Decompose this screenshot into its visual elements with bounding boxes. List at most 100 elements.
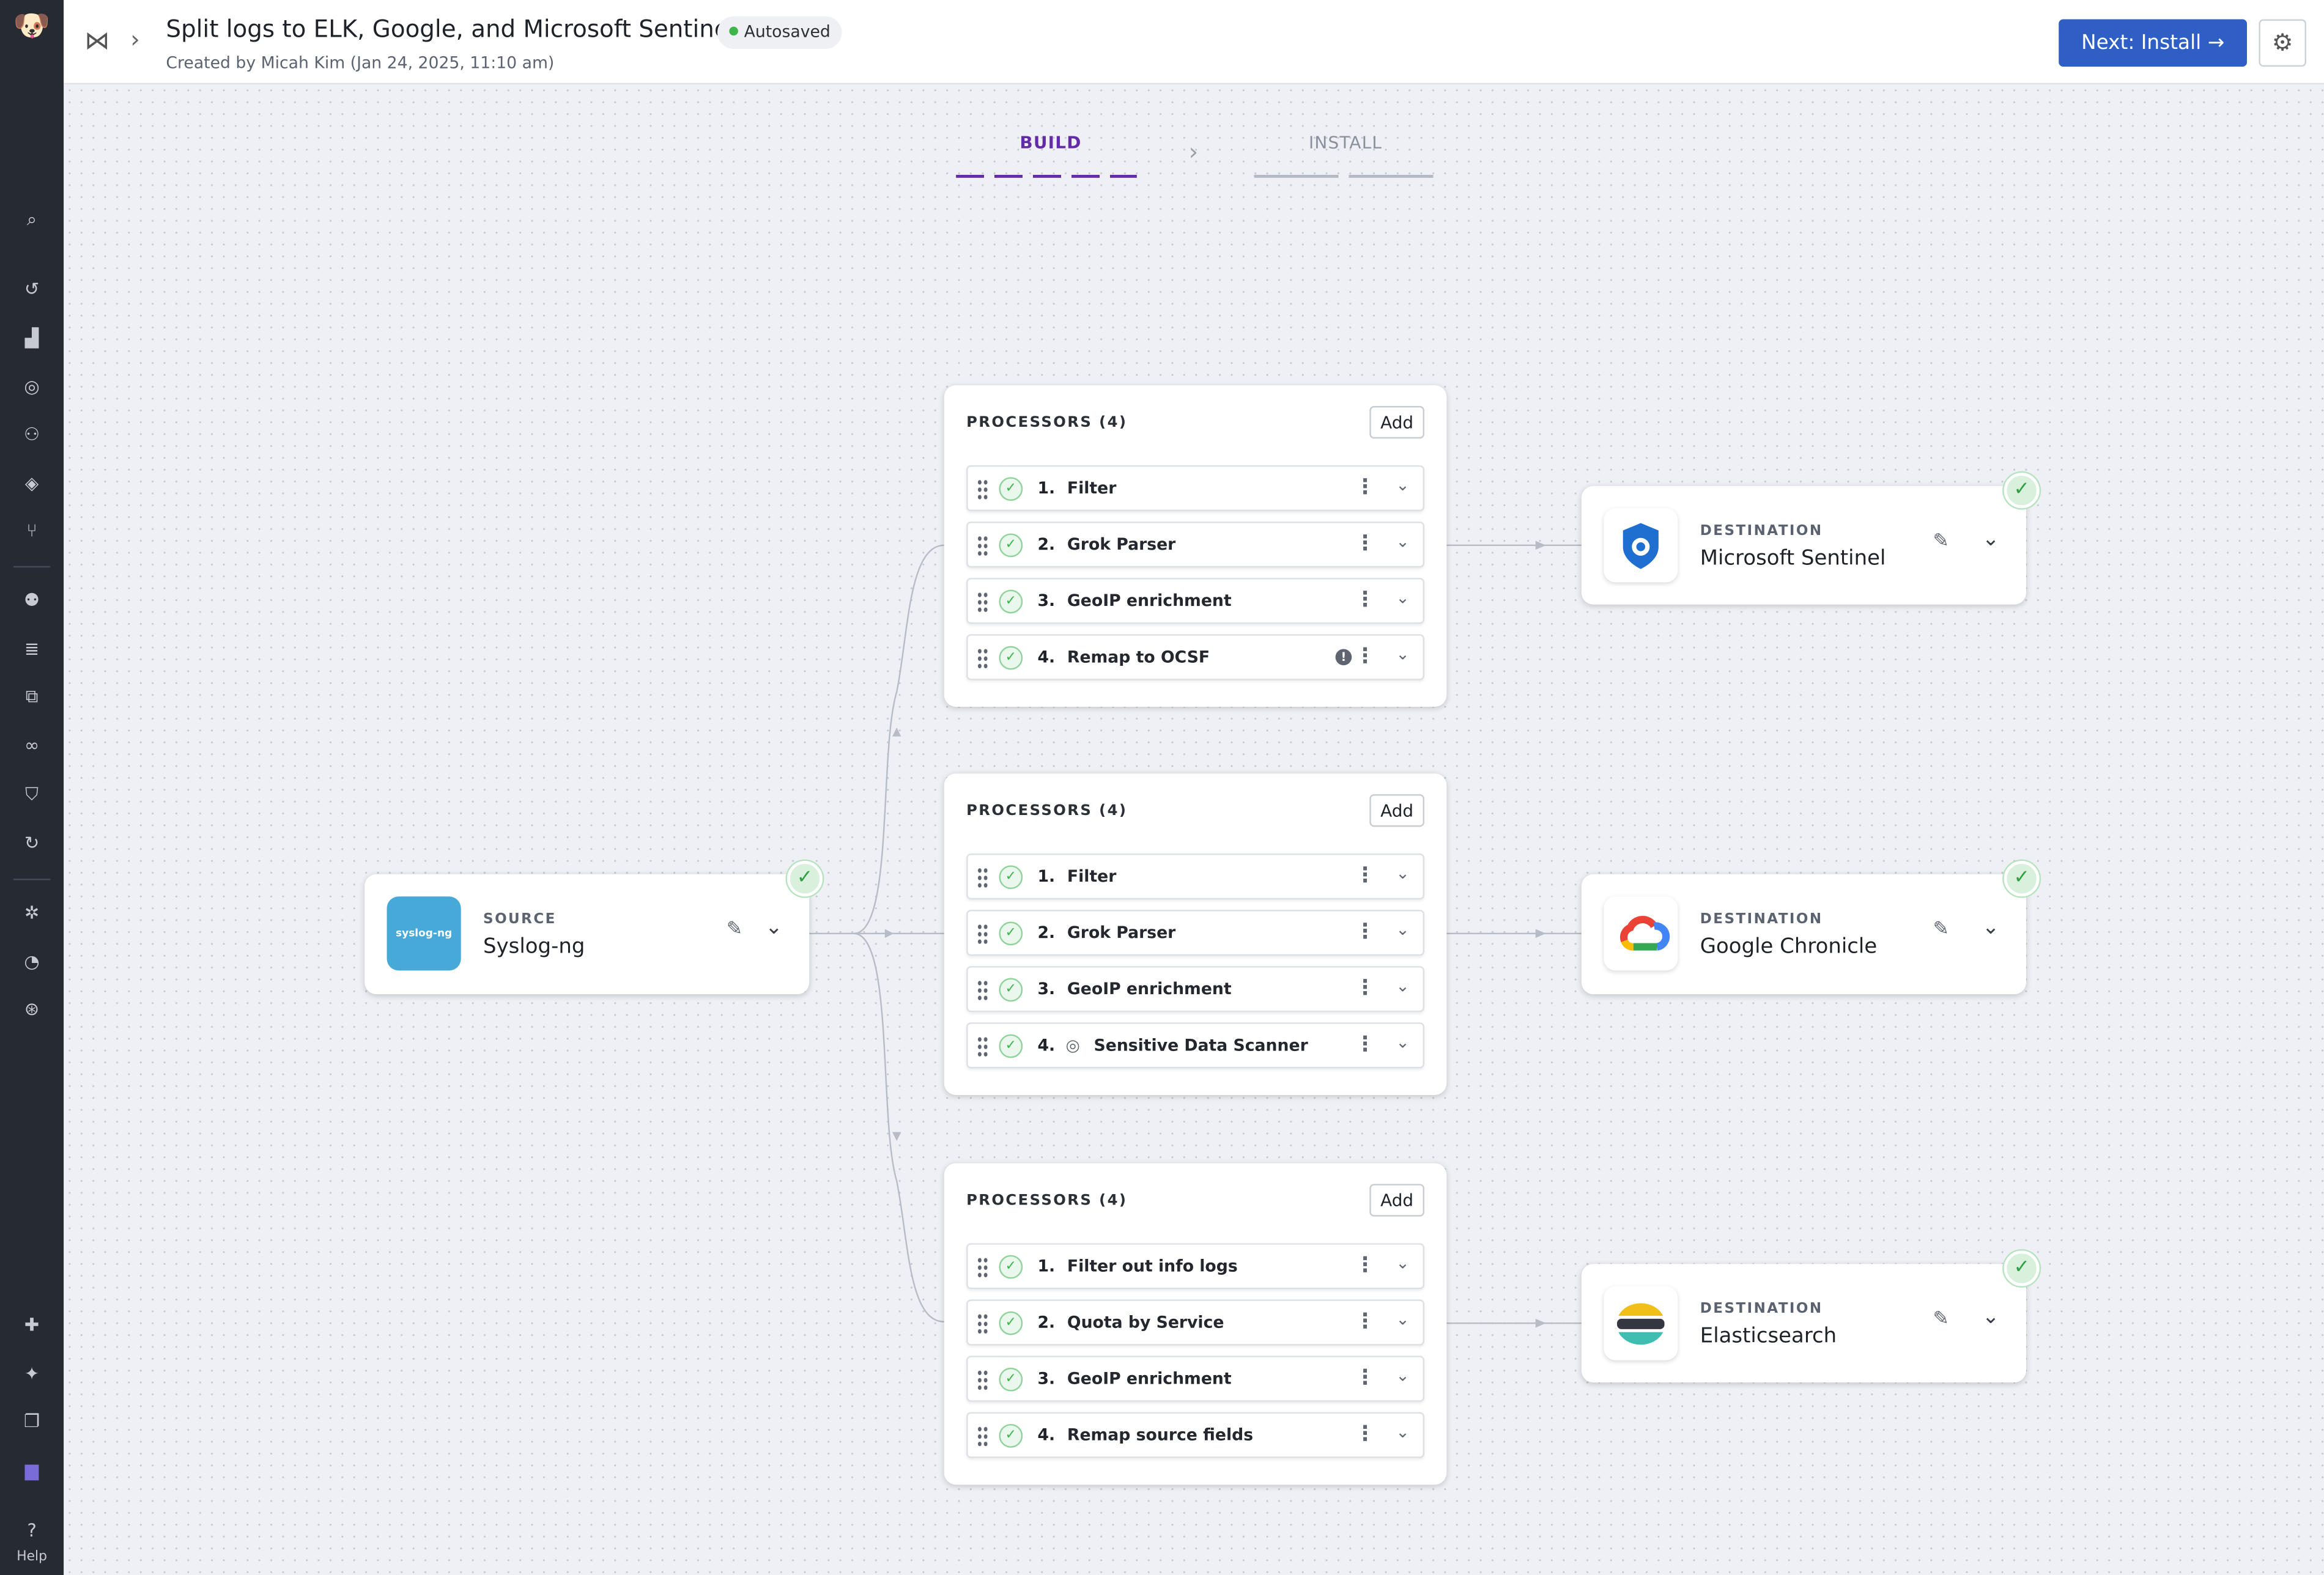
chevron-down-icon[interactable]: ⌄ [1982, 1305, 1999, 1329]
next-install-button[interactable]: Next: Install → [2059, 19, 2248, 67]
drag-handle-icon[interactable] [977, 979, 989, 1000]
drag-handle-icon[interactable] [977, 1036, 989, 1057]
binoculars-icon[interactable]: ⚇ [0, 424, 64, 444]
monitor-icon[interactable]: ◎ [0, 377, 64, 397]
datadog-logo[interactable]: 🐶 [0, 7, 64, 43]
rum-icon[interactable]: ↻ [0, 833, 64, 854]
drag-handle-icon[interactable] [977, 1313, 989, 1334]
sparkle-icon[interactable]: ✦ [0, 1363, 64, 1384]
chevron-down-icon[interactable]: ⌄ [1396, 476, 1409, 495]
chevron-down-icon[interactable]: ⌄ [1982, 528, 1999, 551]
bug-icon[interactable]: ✲ [0, 902, 64, 923]
cube-icon[interactable]: ◈ [0, 473, 64, 493]
chevron-down-icon[interactable]: ⌄ [1396, 1366, 1409, 1385]
chevron-down-icon[interactable]: ⌄ [1396, 1253, 1409, 1273]
drag-handle-icon[interactable] [977, 866, 989, 888]
search-icon[interactable]: ⌕ [0, 209, 64, 230]
pipeline-icon[interactable]: ⋈ [84, 27, 109, 56]
apm-icon[interactable]: ⧉ [0, 686, 64, 707]
chevron-down-icon[interactable]: ⌄ [1396, 644, 1409, 664]
drag-handle-icon[interactable] [977, 647, 989, 668]
processor-item[interactable]: ✓ 3. GeoIP enrichment ⋮ ⌄ [966, 966, 1424, 1012]
more-options-icon[interactable]: ⋮ [1355, 476, 1375, 500]
add-processor-button[interactable]: Add [1369, 1184, 1424, 1217]
check-circle-icon: ✓ [999, 865, 1023, 890]
security-icon[interactable]: ⛉ [0, 784, 64, 805]
logs-icon[interactable]: ≣ [0, 639, 64, 660]
more-options-icon[interactable]: ⋮ [1355, 1366, 1375, 1390]
chevron-down-icon[interactable]: ⌄ [1396, 1310, 1409, 1329]
settings-button[interactable]: ⚙ [2259, 19, 2306, 67]
edit-icon[interactable]: ✎ [1933, 919, 1948, 941]
drag-handle-icon[interactable] [977, 591, 989, 612]
more-options-icon[interactable]: ⋮ [1355, 588, 1375, 612]
drag-handle-icon[interactable] [977, 923, 989, 944]
processor-item[interactable]: ✓ 2. Grok Parser ⋮ ⌄ [966, 910, 1424, 956]
drag-handle-icon[interactable] [977, 1256, 989, 1278]
microsoft-sentinel-logo [1604, 508, 1678, 583]
git-icon[interactable]: ⑂ [0, 520, 64, 541]
chevron-down-icon[interactable]: ⌄ [1396, 864, 1409, 883]
chevron-down-icon[interactable]: ⌄ [1396, 976, 1409, 996]
synthetics-icon[interactable]: ⊛ [0, 998, 64, 1019]
chevron-down-icon[interactable]: ⌄ [1396, 1423, 1409, 1442]
edit-icon[interactable]: ✎ [1933, 531, 1948, 553]
integrations-icon[interactable]: ✚ [0, 1315, 64, 1335]
gauge-icon[interactable]: ◔ [0, 951, 64, 972]
processor-item[interactable]: ✓ 4. ◎ Sensitive Data Scanner ⋮ ⌄ [966, 1022, 1424, 1069]
user-avatar[interactable]: ▆ [0, 1459, 64, 1480]
edit-icon[interactable]: ✎ [1933, 1308, 1948, 1330]
add-processor-button[interactable]: Add [1369, 794, 1424, 827]
processor-item[interactable]: ✓ 3. GeoIP enrichment ⋮ ⌄ [966, 578, 1424, 624]
more-options-icon[interactable]: ⋮ [1355, 1253, 1375, 1277]
more-options-icon[interactable]: ⋮ [1355, 644, 1375, 668]
chevron-down-icon[interactable]: ⌄ [1396, 920, 1409, 940]
source-node[interactable]: syslog-ng SOURCE Syslog-ng ✎ ⌄ ✓ [365, 861, 823, 995]
dashboard-icon[interactable]: ▟ [0, 328, 64, 349]
processor-name: Filter [1067, 478, 1117, 498]
more-options-icon[interactable]: ⋮ [1355, 1033, 1375, 1057]
processor-name: Sensitive Data Scanner [1094, 1036, 1308, 1055]
processors-title: PROCESSORS (4) [966, 803, 1128, 820]
processor-name: Remap to OCSF [1067, 647, 1210, 667]
drag-handle-icon[interactable] [977, 534, 989, 556]
arrow-marker [1535, 929, 1546, 939]
chevron-down-icon[interactable]: ⌄ [1982, 916, 1999, 940]
destination-node-microsoft-sentinel[interactable]: DESTINATION Microsoft Sentinel ✎ ⌄ ✓ [1581, 473, 2040, 605]
processor-item[interactable]: ✓ 4. Remap to OCSF ! ⋮ ⌄ [966, 634, 1424, 681]
processor-item[interactable]: ✓ 1. Filter ⋮ ⌄ [966, 853, 1424, 900]
more-options-icon[interactable]: ⋮ [1355, 1310, 1375, 1333]
processor-item[interactable]: ✓ 3. GeoIP enrichment ⋮ ⌄ [966, 1356, 1424, 1402]
chevron-down-icon[interactable]: ⌄ [1396, 588, 1409, 608]
step-build[interactable]: BUILD [1020, 132, 1081, 153]
more-options-icon[interactable]: ⋮ [1355, 1423, 1375, 1447]
add-processor-button[interactable]: Add [1369, 406, 1424, 439]
chevron-down-icon[interactable]: ⌄ [1396, 1033, 1409, 1052]
chevron-down-icon[interactable]: ⌄ [765, 916, 782, 940]
drag-handle-icon[interactable] [977, 478, 989, 500]
more-options-icon[interactable]: ⋮ [1355, 976, 1375, 1000]
more-options-icon[interactable]: ⋮ [1355, 920, 1375, 944]
processor-item[interactable]: ✓ 4. Remap source fields ⋮ ⌄ [966, 1412, 1424, 1458]
destination-node-elasticsearch[interactable]: DESTINATION Elasticsearch ✎ ⌄ ✓ [1581, 1250, 2040, 1383]
more-options-icon[interactable]: ⋮ [1355, 864, 1375, 888]
help-label[interactable]: Help [0, 1550, 64, 1565]
link-icon[interactable]: ∞ [0, 735, 64, 756]
step-install[interactable]: INSTALL [1309, 132, 1382, 153]
destination-node-google-chronicle[interactable]: DESTINATION Google Chronicle ✎ ⌄ ✓ [1581, 861, 2040, 995]
drag-handle-icon[interactable] [977, 1425, 989, 1447]
warning-icon[interactable]: ! [1335, 649, 1352, 666]
processor-item[interactable]: ✓ 1. Filter out info logs ⋮ ⌄ [966, 1243, 1424, 1289]
more-options-icon[interactable]: ⋮ [1355, 532, 1375, 556]
edit-icon[interactable]: ✎ [727, 919, 742, 941]
help-icon[interactable]: ? [0, 1521, 64, 1541]
processor-item[interactable]: ✓ 1. Filter ⋮ ⌄ [966, 465, 1424, 512]
processor-item[interactable]: ✓ 2. Quota by Service ⋮ ⌄ [966, 1299, 1424, 1346]
processor-item[interactable]: ✓ 2. Grok Parser ⋮ ⌄ [966, 522, 1424, 568]
windows-icon[interactable]: ❐ [0, 1411, 64, 1431]
history-icon[interactable]: ↺ [0, 279, 64, 300]
chevron-down-icon[interactable]: ⌄ [1396, 532, 1409, 551]
infrastructure-icon[interactable]: ⚉ [0, 590, 64, 611]
processor-name: Filter out info logs [1067, 1256, 1238, 1276]
drag-handle-icon[interactable] [977, 1369, 989, 1390]
